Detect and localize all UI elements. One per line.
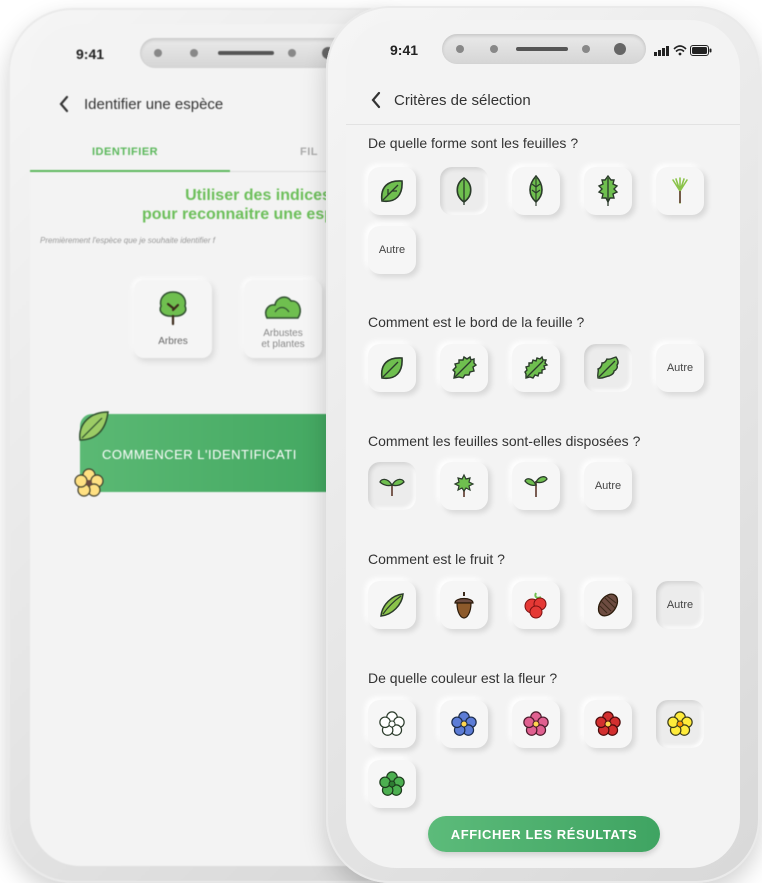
category-trees-label: Arbres bbox=[158, 336, 188, 347]
back-chevron-icon[interactable] bbox=[362, 86, 390, 114]
option-fruit-4[interactable] bbox=[584, 581, 632, 629]
option-other-label: Autre bbox=[666, 599, 694, 611]
tab-identifier[interactable]: IDENTIFIER bbox=[92, 146, 158, 158]
option-flower-blue[interactable] bbox=[440, 700, 488, 748]
pod-fruit-icon bbox=[380, 593, 404, 617]
option-flower-red[interactable] bbox=[584, 700, 632, 748]
option-leaf-shape-4[interactable] bbox=[584, 167, 632, 215]
question-leaf-arrangement: Comment les feuilles sont-elles disposée… bbox=[368, 433, 641, 449]
option-fruit-1[interactable] bbox=[368, 581, 416, 629]
question-leaf-edge: Comment est le bord de la feuille ? bbox=[368, 314, 585, 330]
mockup-stage: 9:41 Identifier une espèce IDENTIFIER FI… bbox=[0, 0, 762, 883]
option-other-label: Autre bbox=[594, 480, 622, 492]
option-other-label: Autre bbox=[378, 244, 406, 256]
option-leaf-edge-other[interactable]: Autre bbox=[656, 344, 704, 392]
leaf-decoration-icon bbox=[79, 411, 109, 441]
notch bbox=[442, 34, 646, 64]
option-flower-green[interactable] bbox=[368, 760, 416, 808]
status-bar: 9:41 bbox=[346, 20, 740, 72]
lobed-edge-leaf-icon bbox=[597, 356, 619, 379]
serrate-edge-leaf-icon bbox=[524, 355, 549, 379]
header-divider bbox=[346, 124, 740, 125]
option-flower-pink[interactable] bbox=[512, 700, 560, 748]
oval-leaf-icon bbox=[456, 177, 472, 205]
option-flower-white[interactable] bbox=[368, 700, 416, 748]
option-flower-yellow[interactable] bbox=[656, 700, 704, 748]
lanceolate-leaf-icon bbox=[529, 175, 543, 206]
whorled-leaves-icon bbox=[453, 473, 475, 497]
option-arrangement-1[interactable] bbox=[368, 462, 416, 510]
tab-filter[interactable]: FIL bbox=[300, 146, 318, 158]
green-flower-icon bbox=[379, 771, 405, 796]
pink-flower-icon bbox=[523, 711, 549, 736]
round-leaf-icon bbox=[380, 180, 403, 203]
red-flower-icon bbox=[595, 711, 621, 736]
shrub-icon bbox=[264, 296, 301, 319]
toothed-edge-leaf-icon bbox=[452, 355, 478, 379]
question-fruit: Comment est le fruit ? bbox=[368, 551, 505, 567]
option-leaf-edge-2[interactable] bbox=[440, 344, 488, 392]
back-chevron-icon[interactable] bbox=[50, 90, 78, 118]
category-trees[interactable]: Arbres bbox=[134, 280, 212, 358]
option-leaf-shape-other[interactable]: Autre bbox=[368, 226, 416, 274]
start-identification-label: COMMENCER L'IDENTIFICATI bbox=[102, 447, 297, 462]
smooth-edge-leaf-icon bbox=[380, 357, 403, 380]
acorn-icon bbox=[454, 592, 474, 619]
option-arrangement-2[interactable] bbox=[440, 462, 488, 510]
needle-leaf-icon bbox=[672, 177, 688, 204]
tree-icon bbox=[159, 291, 187, 326]
status-time: 9:41 bbox=[390, 42, 419, 58]
signal-icon bbox=[654, 46, 669, 56]
page-title: Critères de sélection bbox=[394, 91, 531, 109]
option-leaf-edge-1[interactable] bbox=[368, 344, 416, 392]
option-leaf-shape-3[interactable] bbox=[512, 167, 560, 215]
option-arrangement-other[interactable]: Autre bbox=[584, 462, 632, 510]
option-other-label: Autre bbox=[666, 362, 694, 374]
option-leaf-edge-4[interactable] bbox=[584, 344, 632, 392]
option-leaf-edge-3[interactable] bbox=[512, 344, 560, 392]
alternate-leaves-icon bbox=[524, 476, 548, 497]
option-leaf-shape-2[interactable] bbox=[440, 167, 488, 215]
flower-decoration-icon bbox=[74, 468, 104, 497]
status-time: 9:41 bbox=[76, 46, 105, 62]
tab-underline bbox=[30, 170, 230, 172]
blue-flower-icon bbox=[451, 711, 477, 736]
serrated-leaf-icon bbox=[597, 175, 619, 206]
option-fruit-other[interactable]: Autre bbox=[656, 581, 704, 629]
option-leaf-shape-5[interactable] bbox=[656, 167, 704, 215]
front-phone: 9:41 Critères de sélection De quelle for… bbox=[326, 6, 760, 883]
front-phone-screen: 9:41 Critères de sélection De quelle for… bbox=[346, 20, 740, 868]
option-arrangement-3[interactable] bbox=[512, 462, 560, 510]
nav-bar: Critères de sélection bbox=[346, 80, 740, 120]
cone-icon bbox=[597, 593, 619, 617]
berry-icon bbox=[524, 592, 547, 619]
battery-icon bbox=[690, 45, 712, 56]
white-flower-icon bbox=[379, 711, 405, 736]
question-flower-color: De quelle couleur est la fleur ? bbox=[368, 670, 558, 686]
category-shrubs[interactable]: Arbustes et plantes bbox=[244, 280, 322, 358]
yellow-flower-icon bbox=[667, 711, 693, 736]
option-fruit-3[interactable] bbox=[512, 581, 560, 629]
page-title: Identifier une espèce bbox=[84, 95, 224, 113]
option-leaf-shape-1[interactable] bbox=[368, 167, 416, 215]
show-results-button[interactable]: AFFICHER LES RÉSULTATS bbox=[428, 816, 660, 852]
wifi-icon bbox=[673, 45, 687, 56]
question-leaf-shape: De quelle forme sont les feuilles ? bbox=[368, 135, 579, 151]
category-shrubs-label: Arbustes et plantes bbox=[261, 328, 305, 350]
opposite-leaves-icon bbox=[379, 478, 405, 496]
option-fruit-2[interactable] bbox=[440, 581, 488, 629]
